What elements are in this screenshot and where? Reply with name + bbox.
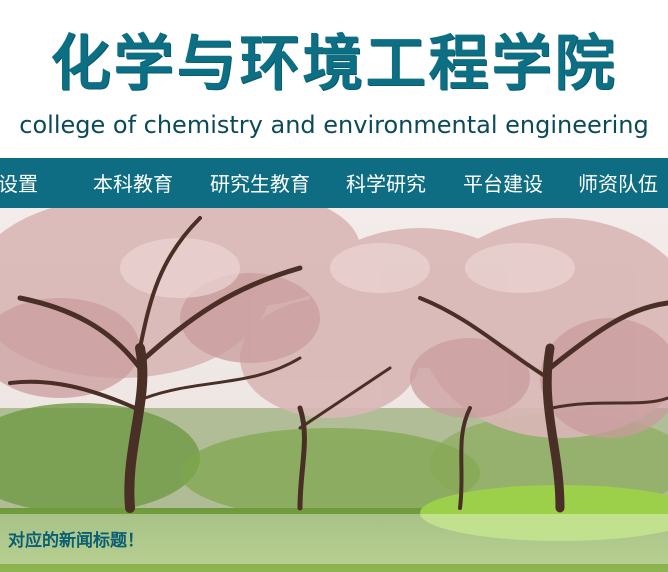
news-caption-link[interactable]: 对应的新闻标题！ (8, 526, 144, 551)
nav-item-graduate[interactable]: 研究生教育 (210, 158, 310, 208)
site-header: 化学与环境工程学院 college of chemistry and envir… (0, 0, 668, 158)
main-nav: 部设置 本科教育 研究生教育 科学研究 平台建设 师资队伍 (0, 158, 668, 208)
nav-item-platform[interactable]: 平台建设 (463, 158, 543, 208)
nav-item-department[interactable]: 部设置 (0, 158, 38, 208)
nav-item-undergraduate[interactable]: 本科教育 (93, 158, 173, 208)
nav-item-research[interactable]: 科学研究 (346, 158, 426, 208)
nav-item-faculty[interactable]: 师资队伍 (578, 158, 658, 208)
college-title: 化学与环境工程学院 (50, 29, 618, 99)
college-subtitle: college of chemistry and environmental e… (19, 111, 649, 139)
